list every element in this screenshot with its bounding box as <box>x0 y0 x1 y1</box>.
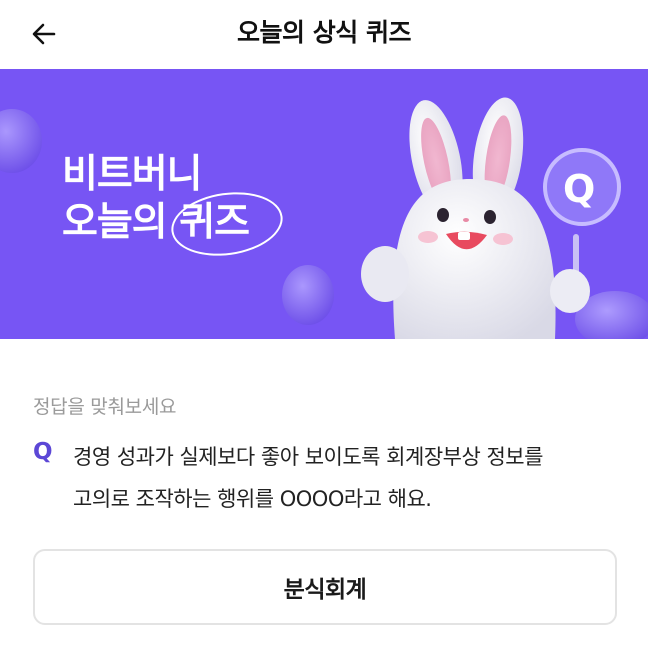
q-badge-letter: Q <box>563 167 596 211</box>
page-title: 오늘의 상식 퀴즈 <box>237 18 411 47</box>
banner-title-line2: 오늘의 퀴즈 <box>62 185 287 263</box>
banner-title-prefix: 오늘의 <box>62 200 168 245</box>
banner-title-highlight: 퀴즈 <box>167 185 287 263</box>
question-text: 경영 성과가 실제보다 좋아 보이도록 회계장부상 정보를 고의로 조작하는 행… <box>73 436 633 520</box>
answer-option-button[interactable]: 분식회계 <box>33 549 617 625</box>
question-line-1: 경영 성과가 실제보다 좋아 보이도록 회계장부상 정보를 <box>73 445 543 469</box>
quiz-banner: Q 비트버니 오늘의 퀴즈 <box>0 69 648 339</box>
q-icon: Q <box>33 439 53 465</box>
banner-title-line1: 비트버니 <box>62 152 203 197</box>
question-line-2: 고의로 조작하는 행위를 OOOO라고 해요. <box>73 487 432 511</box>
quiz-hint: 정답을 맞춰보세요 <box>33 396 177 418</box>
top-app-bar: 오늘의 상식 퀴즈 <box>0 0 648 68</box>
